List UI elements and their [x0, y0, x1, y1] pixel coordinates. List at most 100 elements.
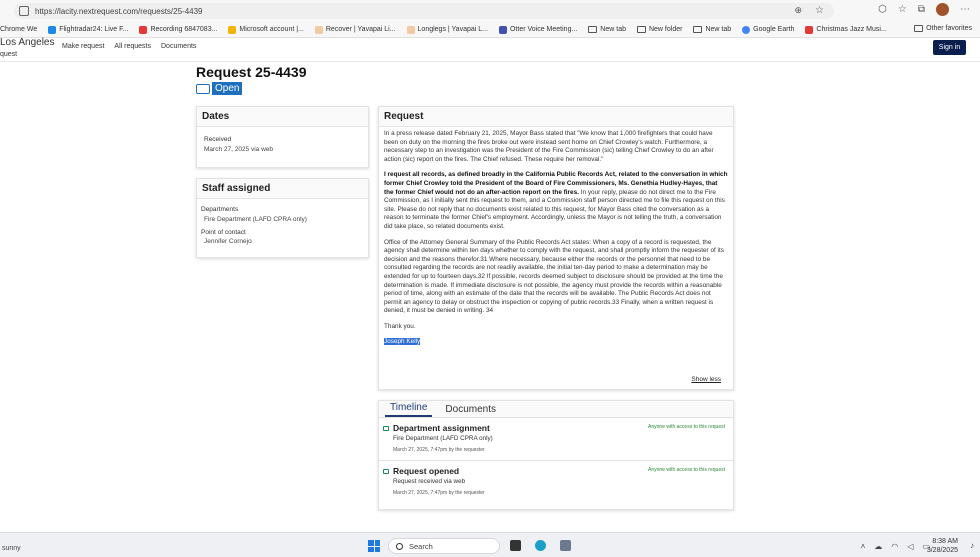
department-icon: [383, 426, 389, 431]
bookmark-item[interactable]: New tab: [588, 26, 626, 33]
cloud-icon[interactable]: ☁: [874, 542, 882, 551]
dates-card: Dates Received March 27, 2025 via web: [196, 106, 369, 168]
departments-value: Fire Department (LAFD CPRA only): [204, 216, 307, 223]
site-brand[interactable]: Los Angeles quest: [0, 38, 55, 60]
bookmark-item[interactable]: Microsoft account |...: [228, 25, 304, 34]
event-subtitle: Fire Department (LAFD CPRA only): [393, 435, 493, 442]
bookmark-item[interactable]: Flightradar24: Live F...: [48, 25, 128, 34]
profile-avatar[interactable]: [936, 3, 949, 16]
request-thanks: Thank you.: [384, 322, 416, 330]
dates-heading: Dates: [197, 107, 368, 127]
poc-value: Jennifer Cornejo: [204, 238, 252, 245]
taskbar-search[interactable]: Search: [388, 538, 500, 554]
folder-icon: [693, 26, 703, 33]
bookmark-item[interactable]: New tab: [693, 26, 731, 33]
site-header: Los Angeles quest Make request All reque…: [0, 38, 980, 62]
request-body: In a press release dated February 21, 20…: [379, 127, 733, 357]
nav-all-requests[interactable]: All requests: [114, 43, 151, 50]
chevron-up-icon[interactable]: ˄: [861, 542, 866, 551]
youtube-icon: [805, 25, 814, 34]
request-card: Request In a press release dated Februar…: [378, 106, 734, 390]
requester-signature: Joseph Kelly: [384, 338, 421, 346]
other-favorites[interactable]: Other favorites: [914, 25, 972, 32]
wifi-icon[interactable]: ◠: [891, 542, 898, 551]
folder-open-icon: [383, 469, 389, 474]
bookmark-item[interactable]: Recover | Yavapai Li...: [314, 25, 396, 34]
edge-icon[interactable]: [535, 540, 546, 551]
timeline-event: Request opened Request received via web …: [379, 461, 733, 504]
address-bar[interactable]: https://lacity.nextrequest.com/requests/…: [14, 3, 834, 19]
request-paragraph: Office of the Attorney General Summary o…: [384, 238, 724, 315]
search-placeholder: Search: [409, 541, 433, 551]
sign-in-button[interactable]: Sign in: [933, 40, 966, 55]
app-icon[interactable]: [560, 540, 571, 551]
event-subtitle: Request received via web: [393, 478, 466, 485]
received-value: March 27, 2025 via web: [204, 146, 274, 153]
staff-heading: Staff assigned: [197, 179, 368, 199]
show-less-link[interactable]: Show less: [691, 376, 721, 383]
nav-make-request[interactable]: Make request: [62, 43, 104, 50]
timeline-event: Department assignment Fire Department (L…: [379, 418, 733, 461]
bookmark-item[interactable]: Recording 6847083...: [139, 25, 217, 34]
bookmark-item[interactable]: Longlegs | Yavapai L...: [406, 25, 488, 34]
url-text[interactable]: https://lacity.nextrequest.com/requests/…: [35, 7, 203, 16]
bookmark-item[interactable]: Christmas Jazz Musi...: [805, 25, 887, 34]
collections-icon[interactable]: ⧉: [918, 4, 925, 15]
status-badge: Open: [196, 82, 243, 95]
tab-timeline[interactable]: Timeline: [385, 402, 433, 417]
browser-actions: ⬡ ☆ ⧉ ⋯: [878, 3, 970, 16]
clock-time: 8:38 AM: [932, 538, 958, 545]
clock-date: 3/28/2025: [926, 547, 958, 554]
library-icon: [406, 25, 415, 34]
task-view-icon[interactable]: [510, 540, 521, 551]
received-label: Received: [204, 136, 232, 143]
search-icon: [396, 542, 403, 550]
browser-toolbar: https://lacity.nextrequest.com/requests/…: [0, 0, 980, 22]
microsoft-icon: [228, 25, 237, 34]
bookmark-item[interactable]: Otter Voice Meeting...: [498, 25, 577, 34]
event-visibility: Anyone with access to this request: [648, 424, 725, 430]
notification-bell-icon[interactable]: ♪: [970, 541, 974, 550]
page-title: Request 25-4439: [196, 64, 307, 80]
request-heading: Request: [379, 107, 733, 127]
site-nav: Make request All requests Documents: [62, 43, 196, 50]
timeline-card: Timeline Documents Department assignment…: [378, 400, 734, 510]
tab-documents[interactable]: Documents: [440, 404, 501, 417]
zoom-icon[interactable]: ⊕: [794, 5, 802, 16]
event-meta: March 27, 2025, 7:47pm by the requester: [393, 447, 485, 453]
menu-icon[interactable]: ⋯: [960, 4, 970, 15]
bookmark-item[interactable]: New folder: [636, 26, 682, 33]
system-tray: ˄ ☁ ◠ ◁ ▭: [861, 542, 930, 551]
staff-card: Staff assigned Departments Fire Departme…: [196, 178, 369, 258]
status-label: Open: [212, 82, 243, 95]
folder-icon: [588, 26, 598, 33]
extensions-icon[interactable]: ⬡: [878, 4, 887, 15]
folder-icon: [636, 26, 646, 33]
google-earth-icon: [742, 25, 751, 34]
site-info-icon[interactable]: [19, 6, 29, 16]
library-icon: [314, 25, 323, 34]
bookmark-item[interactable]: Google Earth: [742, 25, 794, 34]
request-paragraph: I request all records, as defined broadl…: [384, 171, 728, 231]
windows-start-icon[interactable]: [368, 540, 380, 552]
volume-icon[interactable]: ◁: [907, 542, 913, 551]
otter-icon: [498, 25, 507, 34]
event-visibility: Anyone with access to this request: [648, 467, 725, 473]
bookmark-item[interactable]: Chrome We: [0, 26, 37, 33]
taskbar: sunny Search ˄ ☁ ◠ ◁ ▭ 8:38 AM 3/28/2025…: [0, 532, 980, 557]
nav-documents[interactable]: Documents: [161, 43, 196, 50]
folder-icon: [914, 25, 924, 32]
folder-open-icon: [196, 83, 210, 94]
timeline-tabs: Timeline Documents: [379, 401, 733, 418]
bookmark-star-icon[interactable]: ☆: [815, 5, 824, 16]
departments-label: Departments: [201, 206, 239, 213]
clock[interactable]: 8:38 AM 3/28/2025: [927, 537, 958, 555]
event-meta: March 27, 2025, 7:47pm by the requester: [393, 490, 485, 496]
flightradar-icon: [48, 25, 57, 34]
request-paragraph: In a press release dated February 21, 20…: [384, 130, 714, 163]
poc-label: Point of contact: [201, 229, 246, 236]
weather-widget[interactable]: sunny: [2, 545, 21, 552]
bookmarks-bar: Chrome We Flightradar24: Live F... Recor…: [0, 22, 980, 38]
favorites-icon[interactable]: ☆: [898, 4, 907, 15]
recording-icon: [139, 25, 148, 34]
